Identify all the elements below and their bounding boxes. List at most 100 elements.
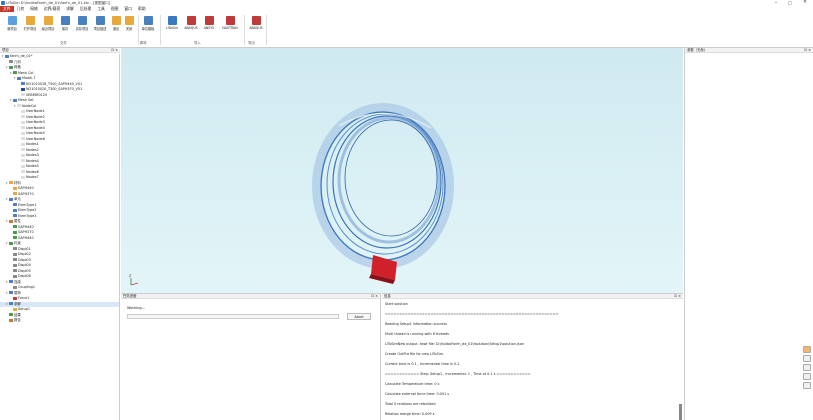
tree-item-label: SEBMM0120 [26,92,48,97]
model-view[interactable]: Z [121,48,683,293]
ribbon-icon [95,16,105,25]
side-tool-icon[interactable] [803,382,811,389]
ribbon-icon [77,16,87,25]
progress-status: Working... [127,306,146,310]
tree-item-label: ElemType1 [18,202,37,207]
ribbon-icon [7,16,17,25]
tree-item-label: SAPH370 [18,230,34,234]
tree-node-icon [13,252,17,256]
ribbon-button[interactable]: 保存 [58,16,72,38]
tree-node-icon [21,159,25,162]
window-title: LiToSim D:\huilbaFanfn_de_01\fanfn_de_01… [6,0,111,5]
tree-item-label: Nodes2 [26,147,39,152]
tree-item-label: UserNode5 [26,131,45,135]
info-panel-title: 信息 [384,294,391,298]
log-line: ========================================… [385,312,559,316]
tree-node-icon [9,197,13,201]
tree-item-label: Coupling1 [18,285,36,289]
panel-pin-close-icons[interactable]: ⊡ × [371,294,378,299]
tree-item-label: 单元 [14,197,21,201]
ribbon-icon [111,16,121,25]
tree-item-label: Nodes4 [26,158,39,163]
tree-node-icon [13,208,17,212]
panel-pin-close-icons[interactable]: ⊡ × [111,48,118,53]
ribbon-button[interactable]: LiToSim [165,16,179,38]
tree-item-label: 求解 [14,301,21,306]
ribbon-separator [160,15,161,45]
tree-node-icon [9,313,13,316]
panel-pin-close-icons[interactable]: ⊡ × [674,294,681,299]
ribbon-separator [138,15,139,45]
ribbon-icon [167,16,177,25]
ribbon-icon [124,16,134,25]
tree-item-label: UserNode2 [26,114,45,119]
ribbon-button[interactable]: ABAQUS [184,16,198,38]
tree-item-label: UserNode6 [26,136,45,141]
ribbon-button[interactable]: 关闭 [122,16,136,38]
log-line: Relation merge time: 0.009 s [385,412,435,416]
tree-item-label: NodeCol [22,103,37,108]
tree-node-icon [21,131,25,135]
tree-node-icon [9,241,13,245]
info-panel: 信息 ⊡ × Start solution ===================… [382,293,683,420]
ribbon-button[interactable]: 新项目 [5,16,19,38]
log-line: Multi thread is running with 6 threads [385,332,449,336]
axis-label: Z [129,274,132,278]
ribbon-button[interactable]: ABAQUS [249,16,263,38]
tree-node-icon [21,148,25,151]
tree-node-icon [21,142,25,146]
ribbon-icon [186,16,196,25]
parameters-panel: 参数（无标) ⊡ × [684,48,813,420]
tree-item-label: SAPH440 [18,235,34,240]
tree-item-label: 几何 [14,59,21,64]
tree-item-label: Displ06 [18,274,31,278]
tree-item-label: Force1 [18,296,30,300]
ribbon-icon [143,16,153,25]
ribbon-button-label: ANSYS [203,26,215,30]
project-panel-header: 项目 ⊡ × [0,48,120,53]
ribbon-button[interactable]: ANSYS [202,16,216,38]
ribbon-button[interactable]: NASTRAN [222,16,238,38]
ribbon-button[interactable]: 单位模板 [141,16,155,38]
tree-node-icon [21,120,25,124]
side-tool-icon[interactable] [803,364,811,371]
tree-node-icon [9,280,13,283]
side-tool-icon[interactable] [803,355,811,362]
tree-item-label: 材料 [14,180,21,185]
side-tool-icon[interactable] [803,346,811,353]
app-icon [1,1,5,5]
log-line: Current time is 0.1 , Incremental time i… [385,362,460,366]
tree-item-label: Displ01 [18,246,31,251]
tree-item-label: SAPH440 [18,186,34,190]
ribbon-separator [266,15,267,45]
ribbon-button[interactable]: 打开项目 [23,16,37,38]
ribbon-icon [204,16,214,25]
side-tool-icon[interactable] [803,373,811,380]
tree-node-icon [9,318,13,322]
task-progress-panel: 任务进度 ⊡ × Working... Abort [121,293,381,420]
tree-node-icon [13,230,17,234]
3d-viewport[interactable]: Z [121,48,683,293]
ribbon-separator [244,15,245,45]
tree-node-icon [13,192,17,195]
info-scrollbar[interactable] [679,404,682,420]
tree-item-label: 结果 [14,312,21,317]
parameters-panel-title: 参数（无标) [687,48,706,52]
tree-item-label: NO1010020_T300_SAPH370_V01 [26,87,83,91]
tree-node-icon [13,247,17,250]
ribbon-button-label: 单位模板 [141,27,155,31]
ribbon-group-label: 文件 [60,41,67,45]
tree-item-label: 属性 [14,219,21,223]
ribbon-button[interactable]: 另存项目 [75,16,89,38]
panel-pin-close-icons[interactable]: ⊡ × [804,48,811,53]
log-line: Start solution [385,302,408,306]
ribbon-button[interactable]: 最近项目 [41,16,55,38]
tree-item-label: Mesh Col [18,70,34,75]
ribbon-toolbar: 新项目 打开项目 最近项目 保存 另存项目 项目描述 退出 关闭 单位模板 LiToSim ABAQ… [0,12,813,48]
tree-node-icon [13,269,17,272]
tree-item-label: UserNode4 [26,125,45,130]
abort-button[interactable]: Abort [347,313,371,320]
tree-item[interactable]: 报告 [0,318,119,324]
parameters-panel-header: 参数（无标) ⊡ × [685,48,813,53]
tree-node-icon [13,203,17,206]
